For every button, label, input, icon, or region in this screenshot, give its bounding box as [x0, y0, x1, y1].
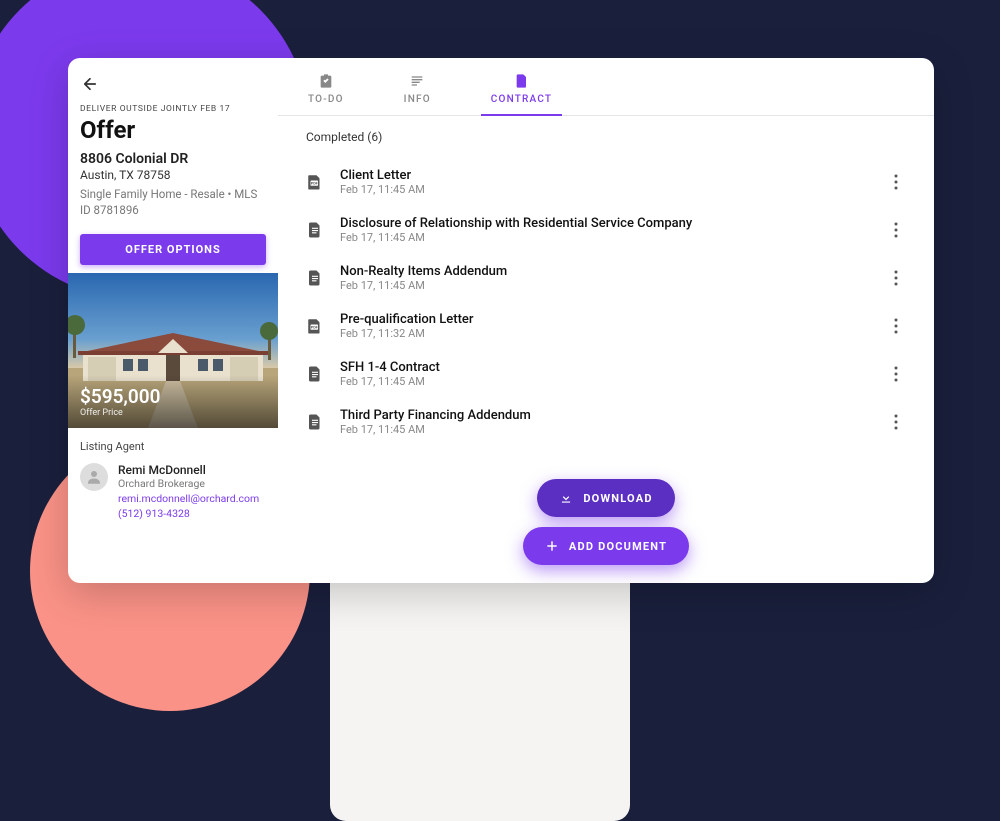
- download-label: DOWNLOAD: [583, 492, 652, 505]
- document-icon: [306, 413, 324, 431]
- document-title: Third Party Financing Addendum: [340, 408, 870, 423]
- agent-brokerage: Orchard Brokerage: [118, 477, 259, 490]
- offer-price: $595,000: [80, 385, 266, 408]
- document-title: Non-Realty Items Addendum: [340, 264, 870, 279]
- agent-section-label: Listing Agent: [80, 440, 266, 453]
- document-icon: [306, 365, 324, 383]
- document-row[interactable]: PDF Pre-qualification LetterFeb 17, 11:32…: [306, 302, 906, 350]
- document-timestamp: Feb 17, 11:45 AM: [340, 231, 870, 244]
- document-timestamp: Feb 17, 11:45 AM: [340, 423, 870, 436]
- tab-label: TO-DO: [308, 94, 344, 105]
- document-menu-button[interactable]: [886, 362, 906, 386]
- svg-text:PDF: PDF: [311, 182, 318, 186]
- agent-name: Remi McDonnell: [118, 463, 259, 477]
- document-timestamp: Feb 17, 11:45 AM: [340, 183, 870, 196]
- document-title: Pre-qualification Letter: [340, 312, 870, 327]
- document-title: SFH 1-4 Contract: [340, 360, 870, 375]
- document-list: PDFClient LetterFeb 17, 11:45 AMDisclosu…: [306, 158, 906, 446]
- offer-options-button[interactable]: OFFER OPTIONS: [80, 234, 266, 265]
- avatar: [80, 463, 108, 491]
- agent-email-link[interactable]: remi.mcdonnell@orchard.com: [118, 492, 259, 505]
- document-timestamp: Feb 17, 11:45 AM: [340, 375, 870, 388]
- document-menu-button[interactable]: [886, 314, 906, 338]
- tab-label: CONTRACT: [491, 94, 552, 105]
- add-document-label: ADD DOCUMENT: [569, 540, 667, 553]
- tab-todo[interactable]: TO-DO: [298, 58, 354, 115]
- document-row[interactable]: PDF Client LetterFeb 17, 11:45 AM: [306, 158, 906, 206]
- main-content: TO-DO INFO CONTRACT Completed (6) PDF Cli…: [278, 58, 934, 583]
- address-street: 8806 Colonial DR: [80, 150, 266, 168]
- pdf-icon: PDF: [306, 317, 324, 335]
- document-row[interactable]: Disclosure of Relationship with Resident…: [306, 206, 906, 254]
- document-title: Disclosure of Relationship with Resident…: [340, 216, 870, 231]
- info-icon: [408, 72, 426, 90]
- agent-phone-link[interactable]: (512) 913-4328: [118, 507, 259, 520]
- task-icon: [317, 72, 335, 90]
- property-type: Single Family Home - Resale • MLS ID 878…: [80, 186, 266, 218]
- address-city: Austin, TX 78758: [80, 168, 266, 184]
- app-card: DELIVER OUTSIDE JOINTLY FEB 17 Offer 880…: [68, 58, 934, 583]
- plus-icon: [545, 539, 559, 553]
- document-row[interactable]: SFH 1-4 ContractFeb 17, 11:45 AM: [306, 350, 906, 398]
- tab-label: INFO: [404, 94, 431, 105]
- page-title: Offer: [80, 116, 266, 144]
- completed-section-label: Completed (6): [306, 130, 906, 144]
- property-image: $595,000 Offer Price: [68, 273, 278, 428]
- document-menu-button[interactable]: [886, 266, 906, 290]
- document-menu-button[interactable]: [886, 410, 906, 434]
- svg-text:PDF: PDF: [311, 326, 318, 330]
- document-title: Client Letter: [340, 168, 870, 183]
- tabs: TO-DO INFO CONTRACT: [278, 58, 934, 116]
- arrow-left-icon: [81, 75, 99, 93]
- document-row[interactable]: Non-Realty Items AddendumFeb 17, 11:45 A…: [306, 254, 906, 302]
- pdf-icon: PDF: [306, 173, 324, 191]
- document-timestamp: Feb 17, 11:45 AM: [340, 279, 870, 292]
- back-button[interactable]: [80, 74, 100, 94]
- document-icon: [306, 269, 324, 287]
- add-document-button[interactable]: ADD DOCUMENT: [523, 527, 689, 565]
- offer-price-label: Offer Price: [80, 408, 266, 418]
- tab-contract[interactable]: CONTRACT: [481, 58, 562, 115]
- sidebar: DELIVER OUTSIDE JOINTLY FEB 17 Offer 880…: [68, 58, 278, 583]
- document-row[interactable]: Third Party Financing AddendumFeb 17, 11…: [306, 398, 906, 446]
- document-menu-button[interactable]: [886, 218, 906, 242]
- tab-info[interactable]: INFO: [394, 58, 441, 115]
- person-icon: [85, 468, 103, 486]
- agent-section: Listing Agent Remi McDonnell Orchard Bro…: [68, 428, 278, 532]
- download-button[interactable]: DOWNLOAD: [537, 479, 674, 517]
- document-icon: [306, 221, 324, 239]
- deliver-line: DELIVER OUTSIDE JOINTLY FEB 17: [80, 104, 266, 114]
- document-icon: [513, 72, 531, 90]
- document-timestamp: Feb 17, 11:32 AM: [340, 327, 870, 340]
- document-menu-button[interactable]: [886, 170, 906, 194]
- download-icon: [559, 491, 573, 505]
